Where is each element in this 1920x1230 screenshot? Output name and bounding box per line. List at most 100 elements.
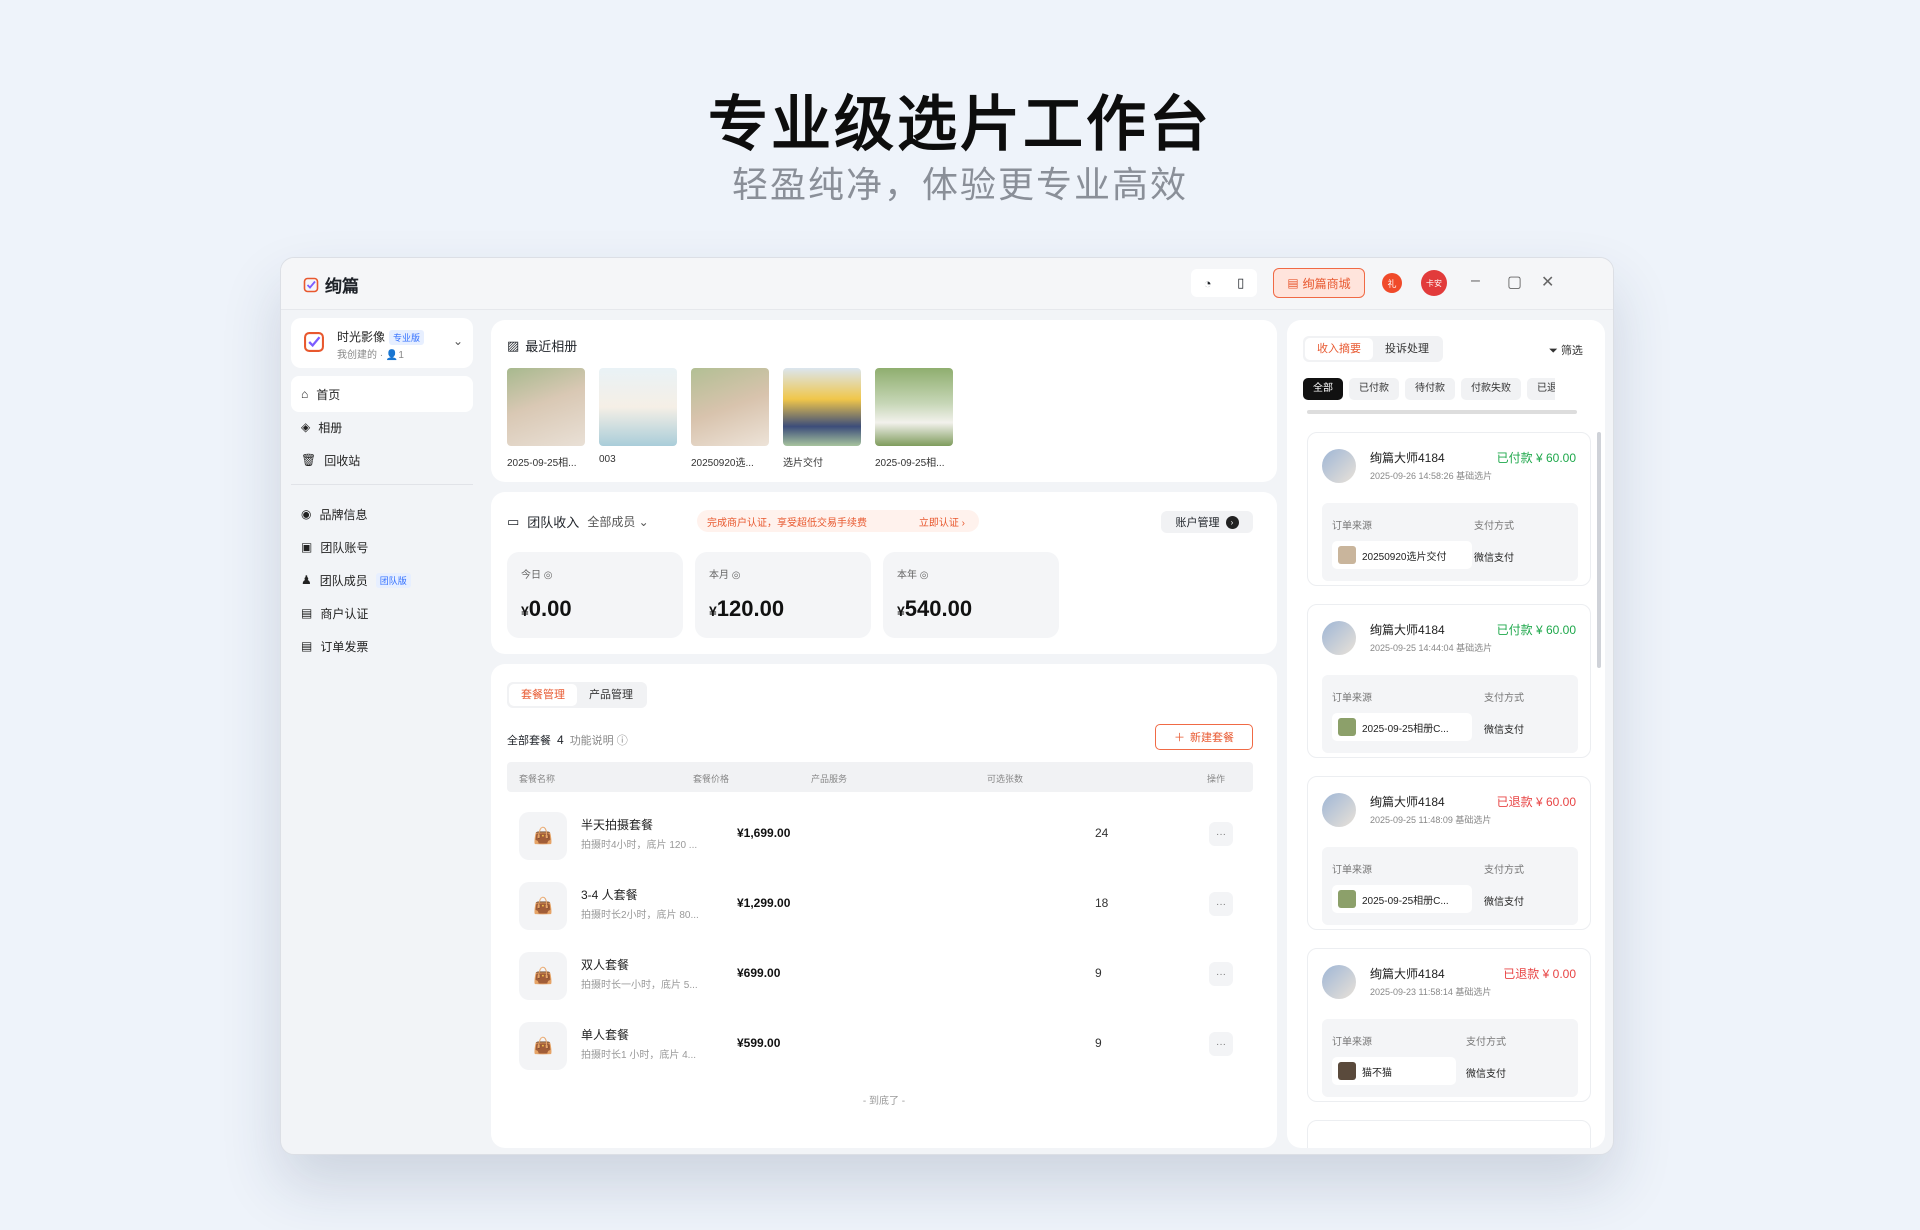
album-thumb-icon (1338, 890, 1356, 908)
studio-logo-icon (304, 332, 324, 352)
order-card[interactable]: 绚篇大师4184 已付款 ¥ 60.00 2025-09-26 14:58:26… (1307, 432, 1591, 586)
gift-badge-icon[interactable]: 礼 (1382, 273, 1402, 293)
bag-icon: 👜 (519, 882, 567, 930)
team-account-icon: ▣ (301, 540, 313, 554)
nav-brand[interactable]: ◉ 品牌信息 (291, 496, 473, 532)
image-icon: ▨ (507, 337, 520, 353)
chip-pending[interactable]: 待付款 (1405, 378, 1455, 400)
app-window: 绚篇 ◔ ▯ ▤ 绚篇商城 礼 卡安 – ▢ ✕ 时光影像 专业版 我创建的 · … (280, 257, 1614, 1155)
chip-refunded[interactable]: 已退款 (1527, 378, 1555, 400)
tab-products[interactable]: 产品管理 (577, 684, 645, 706)
status-badge: 已付款 ¥ 60.00 (1496, 451, 1576, 465)
eye-icon[interactable]: ◎ (732, 570, 741, 581)
members-icon: ♟ (301, 573, 312, 587)
wallet-icon: ▭ (507, 513, 520, 529)
more-icon[interactable]: ··· (1209, 1032, 1233, 1056)
brand-icon: ◉ (301, 507, 312, 521)
merchant-icon: ▤ (301, 606, 313, 620)
member-filter[interactable]: 全部成员 ⌄ (587, 513, 648, 530)
minimize-icon[interactable]: – (1471, 272, 1480, 290)
recent-albums-title: ▨ 最近相册 (507, 337, 578, 355)
invoice-icon: ▤ (301, 639, 313, 653)
album-thumb[interactable] (507, 368, 585, 446)
nav-divider (291, 484, 473, 485)
album-thumb[interactable] (599, 368, 677, 446)
nav-team-members[interactable]: ♟ 团队成员 团队版 (291, 562, 473, 598)
eye-icon[interactable]: ◎ (544, 570, 553, 581)
mobile-icon[interactable]: ▯ (1237, 275, 1244, 291)
maximize-icon[interactable]: ▢ (1507, 272, 1522, 292)
packages-card: 套餐管理 产品管理 全部套餐 4 功能说明 ⓘ ＋新建套餐 套餐名称 套餐价格 … (491, 664, 1277, 1148)
user-avatar (1322, 793, 1356, 827)
app-name: 绚篇 (325, 277, 359, 296)
bag-icon: 👜 (519, 812, 567, 860)
shop-button[interactable]: ▤ 绚篇商城 (1273, 268, 1365, 298)
close-icon[interactable]: ✕ (1541, 272, 1554, 292)
order-card[interactable]: 绚篇大师4184 已退款 ¥ 60.00 2025-09-25 11:48:09… (1307, 776, 1591, 930)
eye-icon[interactable]: ◎ (920, 570, 929, 581)
user-avatar[interactable]: 卡安 (1421, 270, 1447, 296)
verify-now-link[interactable]: 立即认证 › (919, 514, 965, 529)
nav-albums[interactable]: ◈ 相册 (291, 409, 473, 445)
tab-complaints[interactable]: 投诉处理 (1373, 338, 1441, 360)
studio-switcher[interactable]: 时光影像 专业版 我创建的 · 👤1 ⌄ (291, 318, 473, 368)
studio-meta: 我创建的 · 👤1 (337, 350, 404, 361)
more-icon[interactable]: ··· (1209, 962, 1233, 986)
table-row[interactable]: 👜 3-4 人套餐 拍摄时长2小时，底片 80... ¥1,299.00 18 ··… (507, 868, 1253, 938)
plus-icon: ＋ (1174, 732, 1185, 744)
package-tabs: 套餐管理 产品管理 (507, 682, 647, 708)
nav-home[interactable]: ⌂ 首页 (291, 376, 473, 412)
tab-income-summary[interactable]: 收入摘要 (1305, 338, 1373, 360)
album-thumb[interactable] (691, 368, 769, 446)
album-caption: 选片交付 (783, 458, 823, 469)
more-icon[interactable]: ··· (1209, 822, 1233, 846)
nav-team-account[interactable]: ▣ 团队账号 (291, 529, 473, 565)
support-icon[interactable]: ◔ (1204, 276, 1212, 291)
chip-all[interactable]: 全部 (1303, 378, 1343, 400)
table-row[interactable]: 👜 单人套餐 拍摄时长1 小时，底片 4... ¥599.00 9 ··· (507, 1008, 1253, 1078)
order-card[interactable]: 绚篇大师4184 已退款 ¥ 0.00 2025-09-23 11:58:14 … (1307, 948, 1591, 1102)
album-thumb[interactable] (783, 368, 861, 446)
layers-icon: ◈ (301, 420, 311, 434)
status-chips: 全部已付款待付款付款失败已退款 (1303, 378, 1555, 402)
table-header: 套餐名称 套餐价格 产品服务 可选张数 操作 (507, 762, 1253, 792)
chip-paid[interactable]: 已付款 (1349, 378, 1399, 400)
album-caption: 20250920选... (691, 458, 754, 469)
order-card[interactable]: 绚篇大师4184 已付款 ¥ 60.00 2025-09-25 14:44:04… (1307, 604, 1591, 758)
arrow-right-icon: › (1225, 515, 1239, 529)
user-avatar (1322, 965, 1356, 999)
album-thumb[interactable] (875, 368, 953, 446)
album-caption: 003 (599, 454, 616, 465)
nav-trash[interactable]: 🗑 回收站 (291, 442, 473, 478)
app-logo-icon (303, 277, 319, 292)
recent-albums-card: ▨ 最近相册 2025-09-25相... 003 20250920选... 选片… (491, 320, 1277, 482)
title-bar: 绚篇 ◔ ▯ ▤ 绚篇商城 礼 卡安 – ▢ ✕ (281, 258, 1613, 310)
chevron-down-icon: ⌄ (452, 334, 463, 348)
team-tag: 团队版 (375, 572, 411, 588)
bag-icon: 👜 (519, 952, 567, 1000)
new-package-button[interactable]: ＋新建套餐 (1155, 724, 1253, 750)
studio-name: 时光影像 专业版 (337, 328, 425, 345)
shop-icon: ▤ (1287, 276, 1299, 290)
chip-failed[interactable]: 付款失败 (1461, 378, 1521, 400)
trash-icon: 🗑 (301, 453, 317, 467)
help-link[interactable]: 功能说明 ⓘ (570, 732, 628, 748)
nav-invoices[interactable]: ▤ 订单发票 (291, 628, 473, 664)
hero-title: 专业级选片工作台 (708, 91, 1212, 158)
album-thumb-icon (1338, 546, 1356, 564)
table-row[interactable]: 👜 双人套餐 拍摄时长一小时，底片 5... ¥699.00 9 ··· (507, 938, 1253, 1008)
orders-scrollbar[interactable] (1597, 432, 1601, 668)
tab-packages[interactable]: 套餐管理 (509, 684, 577, 706)
album-caption: 2025-09-25相... (875, 458, 945, 469)
table-row[interactable]: 👜 半天拍摄套餐 拍摄时4小时，底片 120 ... ¥1,699.00 24 ··… (507, 798, 1253, 868)
package-count: 4 (557, 733, 564, 747)
filter-button[interactable]: ⏷ 筛选 (1549, 342, 1583, 358)
order-card[interactable] (1307, 1120, 1591, 1148)
account-manage-button[interactable]: 账户管理 › (1161, 511, 1253, 533)
bag-icon: 👜 (519, 1022, 567, 1070)
nav-merchant-auth[interactable]: ▤ 商户认证 (291, 595, 473, 631)
more-icon[interactable]: ··· (1209, 892, 1233, 916)
title-tools: ◔ ▯ (1191, 269, 1257, 297)
chips-scrollbar[interactable] (1307, 410, 1577, 414)
sidebar: 时光影像 专业版 我创建的 · 👤1 ⌄ ⌂ 首页 ◈ 相册 🗑 回收站 ◉ 品牌信息 ▣… (281, 310, 481, 1154)
